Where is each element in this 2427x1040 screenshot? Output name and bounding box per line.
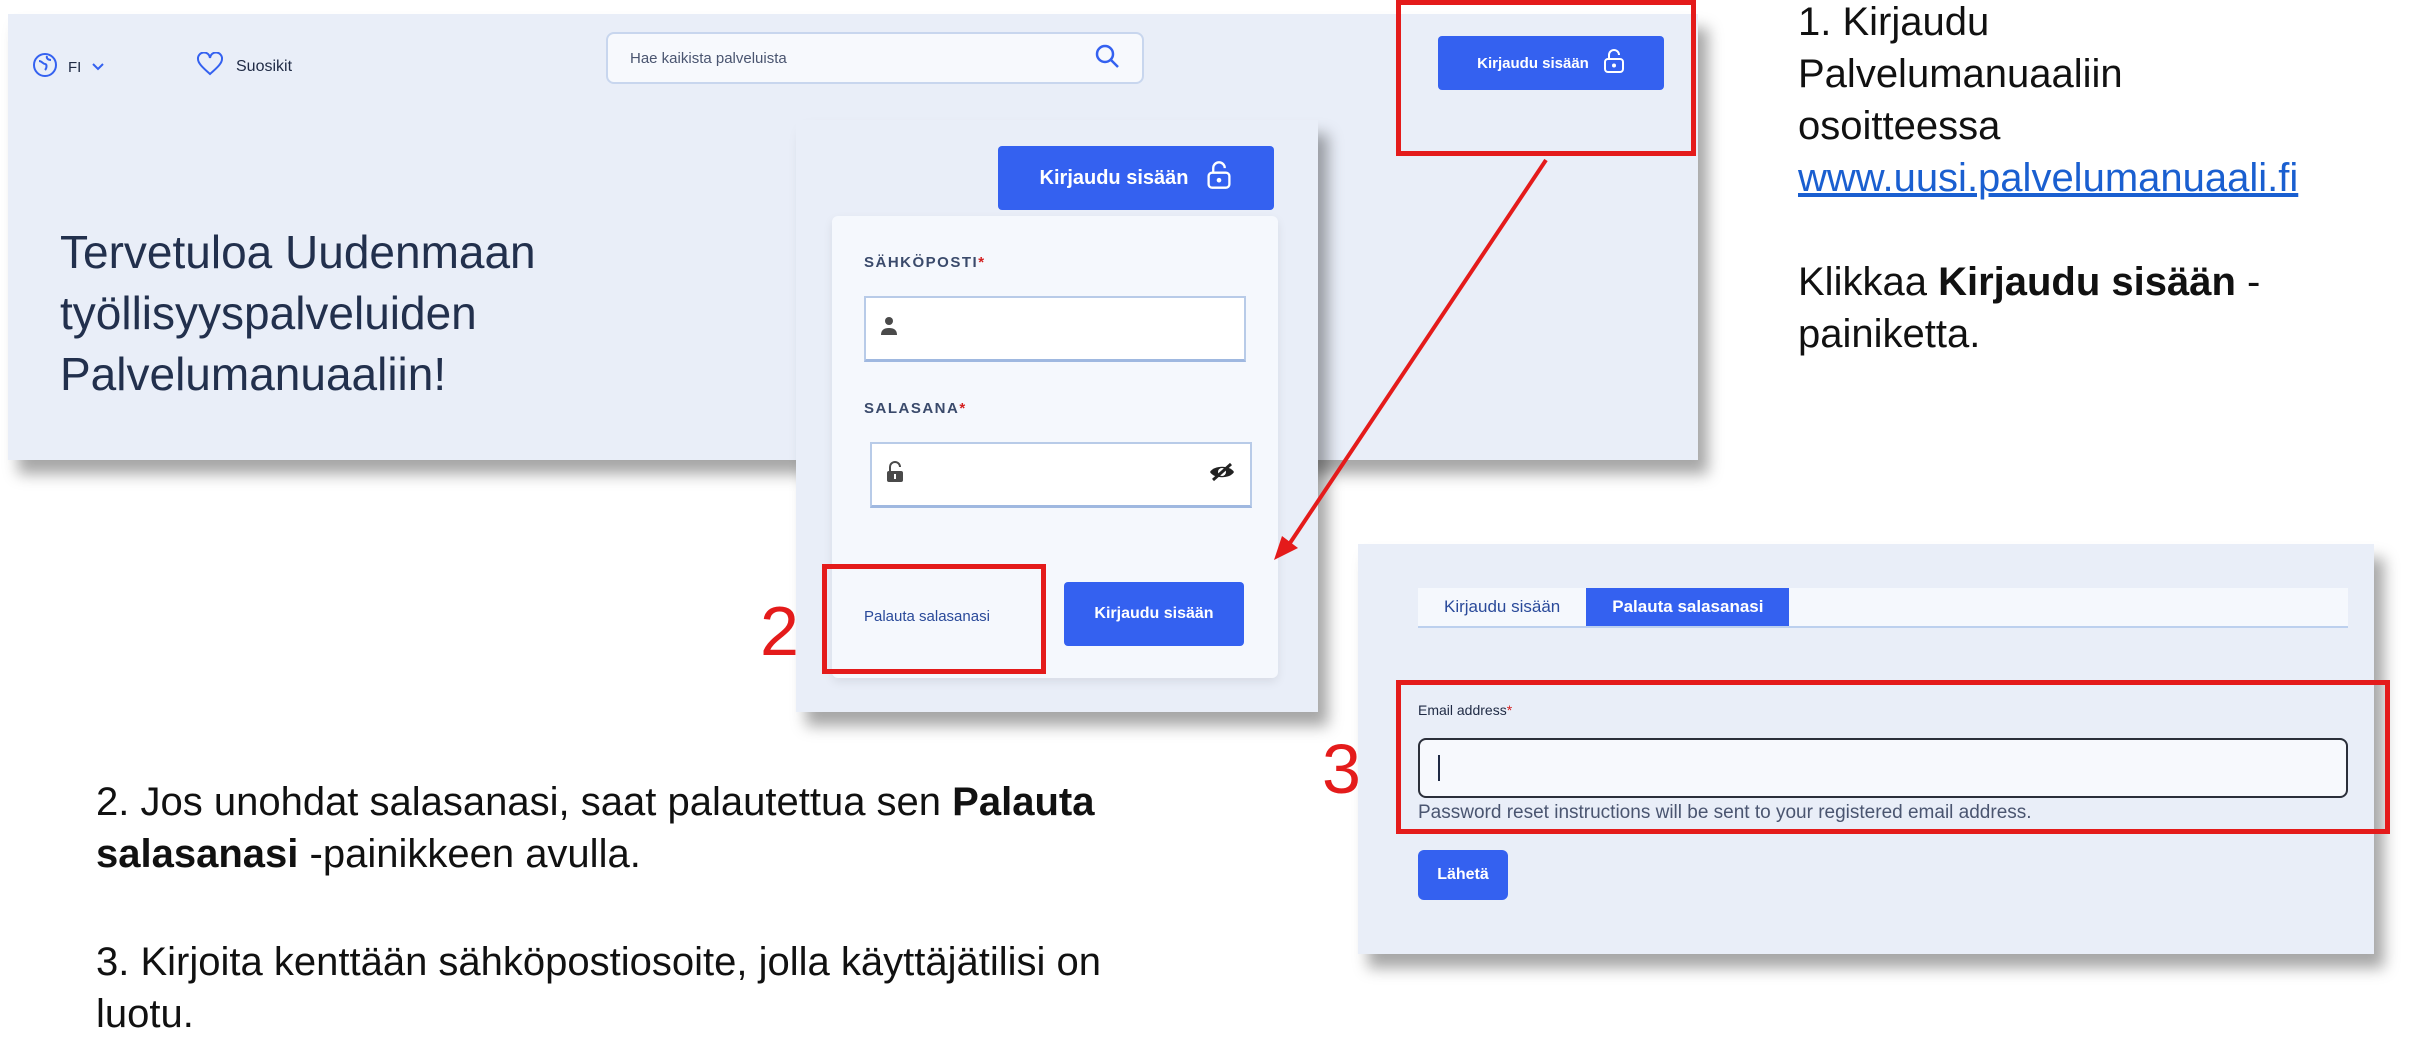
instr-bold: Palauta xyxy=(952,780,1095,824)
instr-line: painiketta. xyxy=(1798,312,1981,356)
instr-bold: Kirjaudu sisään xyxy=(1938,260,2236,304)
instr-line: 3. Kirjoita kenttään sähköpostiosoite, j… xyxy=(96,940,1101,984)
instr-line: luotu. xyxy=(96,992,194,1036)
instr-line: osoitteessa xyxy=(1798,104,2001,148)
manual-url-link[interactable]: www.uusi.palvelumanuaali.fi xyxy=(1798,152,2418,204)
instr-text: -painikkeen avulla. xyxy=(298,832,641,876)
instruction-step3: 3. Kirjoita kenttään sähköpostiosoite, j… xyxy=(96,936,1296,1040)
instr-text: Klikkaa xyxy=(1798,260,1939,304)
instr-line: Palvelumanuaaliin xyxy=(1798,52,2123,96)
instr-text: 2. Jos unohdat salasanasi, saat palautet… xyxy=(96,780,953,824)
instr-line: 1. Kirjaudu xyxy=(1798,0,1990,44)
instruction-step1: 1. Kirjaudu Palvelumanuaaliin osoitteess… xyxy=(1798,0,2418,360)
instr-bold: salasanasi xyxy=(96,832,299,876)
instruction-step2: 2. Jos unohdat salasanasi, saat palautet… xyxy=(96,776,1296,880)
instr-text: - xyxy=(2235,260,2261,304)
instr-line: Klikkaa Kirjaudu sisään - xyxy=(1798,256,2418,308)
